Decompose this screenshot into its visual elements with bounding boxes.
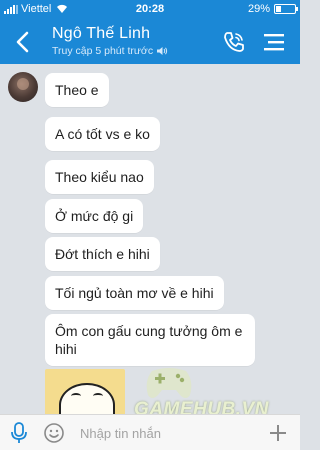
message-bubble: A có tốt vs e ko (45, 117, 160, 152)
contact-status: Truy cập 5 phút trước (52, 45, 168, 57)
message-text: Theo e (55, 82, 99, 98)
message-bubble: Ôm con gấu cung tưởng ôm e hihi (45, 314, 255, 367)
menu-button[interactable] (260, 28, 288, 56)
contact-name[interactable]: Ngô Thế Linh (52, 25, 150, 43)
message-bubble: Theo e (45, 73, 109, 108)
message-input-bar (0, 414, 300, 450)
message-bubble: Tối ngủ toàn mơ về e hihi (45, 276, 224, 311)
message-bubble: Theo kiểu nao (45, 160, 154, 195)
avatar[interactable] (8, 72, 38, 102)
battery-status: 29% (247, 3, 298, 15)
message-text: Ôm con gấu cung tưởng ôm e hihi (55, 323, 243, 358)
message-bubble: Đớt thích e hihi (45, 237, 160, 272)
phone-icon (224, 32, 244, 52)
menu-icon (264, 34, 284, 51)
voice-button[interactable] (8, 421, 30, 445)
speaker-icon (157, 47, 168, 55)
back-button[interactable] (8, 27, 38, 57)
chevron-left-icon (16, 31, 29, 53)
microphone-icon (11, 422, 27, 443)
message-text: Ở mức độ gi (55, 208, 134, 224)
message-input[interactable] (80, 421, 260, 445)
message-text: Theo kiểu nao (55, 169, 144, 185)
chat-header: Ngô Thế Linh Truy cập 5 phút trước (0, 20, 300, 64)
battery-icon (274, 4, 298, 14)
attach-button[interactable] (266, 421, 290, 445)
last-seen-text: Truy cập 5 phút trước (52, 45, 154, 57)
emoji-icon (44, 423, 64, 443)
message-text: Tối ngủ toàn mơ về e hihi (55, 285, 214, 301)
message-text: A có tốt vs e ko (55, 126, 150, 142)
emoji-button[interactable] (42, 421, 66, 445)
message-bubble: Ở mức độ gi (45, 199, 144, 234)
plus-icon (270, 425, 286, 441)
status-bar: Viettel 20:28 29% (0, 0, 300, 20)
battery-percent: 29% (247, 3, 270, 15)
sticker-image[interactable] (45, 369, 125, 417)
call-button[interactable] (220, 28, 248, 56)
message-text: Đớt thích e hihi (55, 246, 150, 262)
